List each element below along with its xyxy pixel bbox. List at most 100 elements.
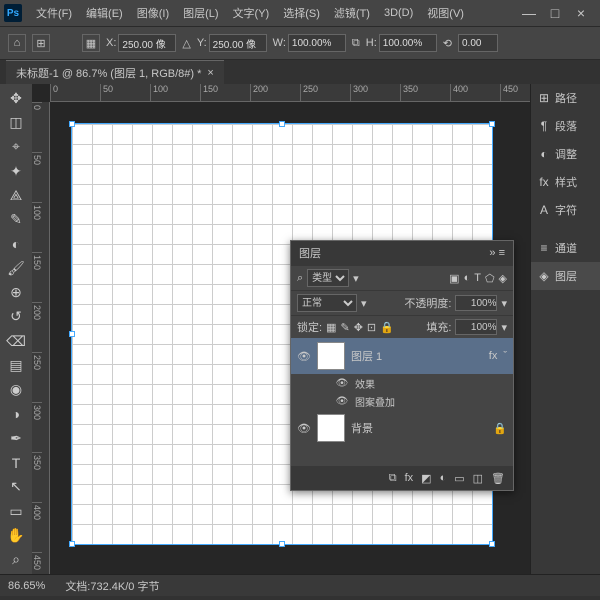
- visibility-icon[interactable]: 👁: [297, 422, 311, 435]
- adjustment-icon[interactable]: ◐: [440, 472, 447, 484]
- menu-filter[interactable]: 滤镜(T): [328, 1, 376, 25]
- pen-tool[interactable]: ✒: [4, 428, 28, 448]
- visibility-icon[interactable]: 👁: [335, 378, 349, 389]
- menu-type[interactable]: 文字(Y): [227, 1, 276, 25]
- filter-adjust-icon[interactable]: ◐: [464, 272, 471, 284]
- transform-handle[interactable]: [279, 541, 285, 547]
- lasso-tool[interactable]: ⌖: [4, 137, 28, 157]
- hand-tool[interactable]: ✋: [4, 525, 28, 545]
- eraser-tool[interactable]: ⌫: [4, 331, 28, 351]
- blend-mode-select[interactable]: 正常: [297, 294, 357, 312]
- window-close[interactable]: ×: [574, 6, 588, 20]
- blur-tool[interactable]: ◉: [4, 380, 28, 400]
- brush-tool[interactable]: 🖌: [4, 258, 28, 278]
- layer-effect-item[interactable]: 👁 图案叠加: [291, 392, 513, 410]
- link-layers-icon[interactable]: ⧉: [389, 472, 397, 485]
- transform-handle[interactable]: [69, 541, 75, 547]
- panel-header[interactable]: 图层 » ≡: [291, 241, 513, 265]
- delete-icon[interactable]: 🗑: [491, 472, 505, 485]
- lock-pixel-icon[interactable]: ✎: [340, 321, 349, 334]
- document-tab[interactable]: 未标题-1 @ 86.7% (图层 1, RGB/8#) * ×: [6, 60, 224, 85]
- h-input[interactable]: [379, 34, 437, 52]
- dock-styles[interactable]: fx样式: [531, 168, 600, 196]
- crop-tool[interactable]: ⟁: [4, 185, 28, 205]
- stamp-tool[interactable]: ⊕: [4, 282, 28, 302]
- swap-xy-icon[interactable]: △: [182, 37, 190, 50]
- home-icon[interactable]: ⌂: [8, 34, 26, 52]
- marquee-tool[interactable]: ◫: [4, 112, 28, 132]
- lock-trans-icon[interactable]: ▦: [326, 321, 336, 334]
- layer-name[interactable]: 背景: [351, 420, 373, 436]
- window-minimize[interactable]: —: [522, 6, 536, 20]
- filter-smart-icon[interactable]: ◈: [499, 272, 507, 285]
- dock-character[interactable]: A字符: [531, 196, 600, 224]
- tab-close-icon[interactable]: ×: [207, 67, 213, 79]
- menu-edit[interactable]: 编辑(E): [80, 1, 129, 25]
- path-tool[interactable]: ↖: [4, 477, 28, 497]
- transform-handle[interactable]: [69, 121, 75, 127]
- link-icon[interactable]: ⧉: [352, 37, 360, 50]
- layer-row[interactable]: 👁 背景 🔒: [291, 410, 513, 446]
- opacity-input[interactable]: [455, 295, 497, 311]
- shape-tool[interactable]: ▭: [4, 501, 28, 521]
- layer-thumbnail[interactable]: [317, 414, 345, 442]
- zoom-level[interactable]: 86.65%: [8, 580, 45, 592]
- visibility-icon[interactable]: 👁: [335, 396, 349, 407]
- dock-layers[interactable]: ◈图层: [531, 262, 600, 290]
- transform-handle[interactable]: [69, 331, 75, 337]
- angle-input[interactable]: [458, 34, 498, 52]
- dock-channels[interactable]: ≡通道: [531, 234, 600, 262]
- y-input[interactable]: [209, 34, 267, 52]
- search-icon[interactable]: ⌕: [297, 272, 303, 285]
- layer-effects-row[interactable]: 👁 效果: [291, 374, 513, 392]
- chevron-down-icon[interactable]: ▾: [501, 297, 507, 310]
- zoom-tool[interactable]: ⌕: [4, 550, 28, 570]
- dodge-tool[interactable]: ◑: [4, 404, 28, 424]
- layer-thumbnail[interactable]: [317, 342, 345, 370]
- eyedropper-tool[interactable]: ✎: [4, 209, 28, 229]
- transform-handle[interactable]: [489, 541, 495, 547]
- type-tool[interactable]: T: [4, 452, 28, 472]
- fx-icon[interactable]: fx: [405, 472, 414, 484]
- menu-select[interactable]: 选择(S): [277, 1, 326, 25]
- menu-view[interactable]: 视图(V): [421, 1, 470, 25]
- lock-artboard-icon[interactable]: ⊡: [367, 321, 376, 334]
- filter-type-select[interactable]: 类型: [307, 269, 349, 287]
- lock-icon[interactable]: 🔒: [493, 422, 507, 435]
- x-input[interactable]: [118, 34, 176, 52]
- layer-row[interactable]: 👁 图层 1 fx ˇ: [291, 338, 513, 374]
- layer-fx-badge[interactable]: fx: [489, 350, 498, 362]
- w-input[interactable]: [288, 34, 346, 52]
- menu-image[interactable]: 图像(I): [131, 1, 175, 25]
- mask-icon[interactable]: ◩: [421, 472, 431, 485]
- menu-file[interactable]: 文件(F): [30, 1, 78, 25]
- panel-menu-icon[interactable]: ≡: [499, 247, 505, 259]
- wand-tool[interactable]: ✦: [4, 161, 28, 181]
- transform-icon[interactable]: ⊞: [32, 34, 50, 52]
- lock-pos-icon[interactable]: ✥: [354, 321, 363, 334]
- filter-shape-icon[interactable]: ⬠: [485, 272, 495, 285]
- move-tool[interactable]: ✥: [4, 88, 28, 108]
- menu-layer[interactable]: 图层(L): [177, 1, 224, 25]
- dock-adjustments[interactable]: ◐调整: [531, 140, 600, 168]
- dock-paragraph[interactable]: ¶段落: [531, 112, 600, 140]
- visibility-icon[interactable]: 👁: [297, 350, 311, 363]
- panel-collapse-icon[interactable]: »: [489, 247, 495, 259]
- lock-all-icon[interactable]: 🔒: [380, 321, 394, 334]
- window-maximize[interactable]: □: [548, 6, 562, 20]
- reference-point-icon[interactable]: ▦: [82, 34, 100, 52]
- new-layer-icon[interactable]: ◫: [473, 472, 483, 485]
- chevron-down-icon[interactable]: ▾: [501, 321, 507, 334]
- filter-pixel-icon[interactable]: ▣: [449, 272, 459, 285]
- filter-type-icon[interactable]: T: [474, 272, 481, 284]
- history-brush-tool[interactable]: ↺: [4, 307, 28, 327]
- menu-3d[interactable]: 3D(D): [378, 3, 419, 23]
- chevron-down-icon[interactable]: ˇ: [503, 350, 507, 362]
- fill-input[interactable]: [455, 319, 497, 335]
- gradient-tool[interactable]: ▤: [4, 355, 28, 375]
- transform-handle[interactable]: [489, 121, 495, 127]
- group-icon[interactable]: ▭: [454, 472, 464, 485]
- dock-paths[interactable]: ⊞路径: [531, 84, 600, 112]
- transform-handle[interactable]: [279, 121, 285, 127]
- layer-name[interactable]: 图层 1: [351, 348, 382, 364]
